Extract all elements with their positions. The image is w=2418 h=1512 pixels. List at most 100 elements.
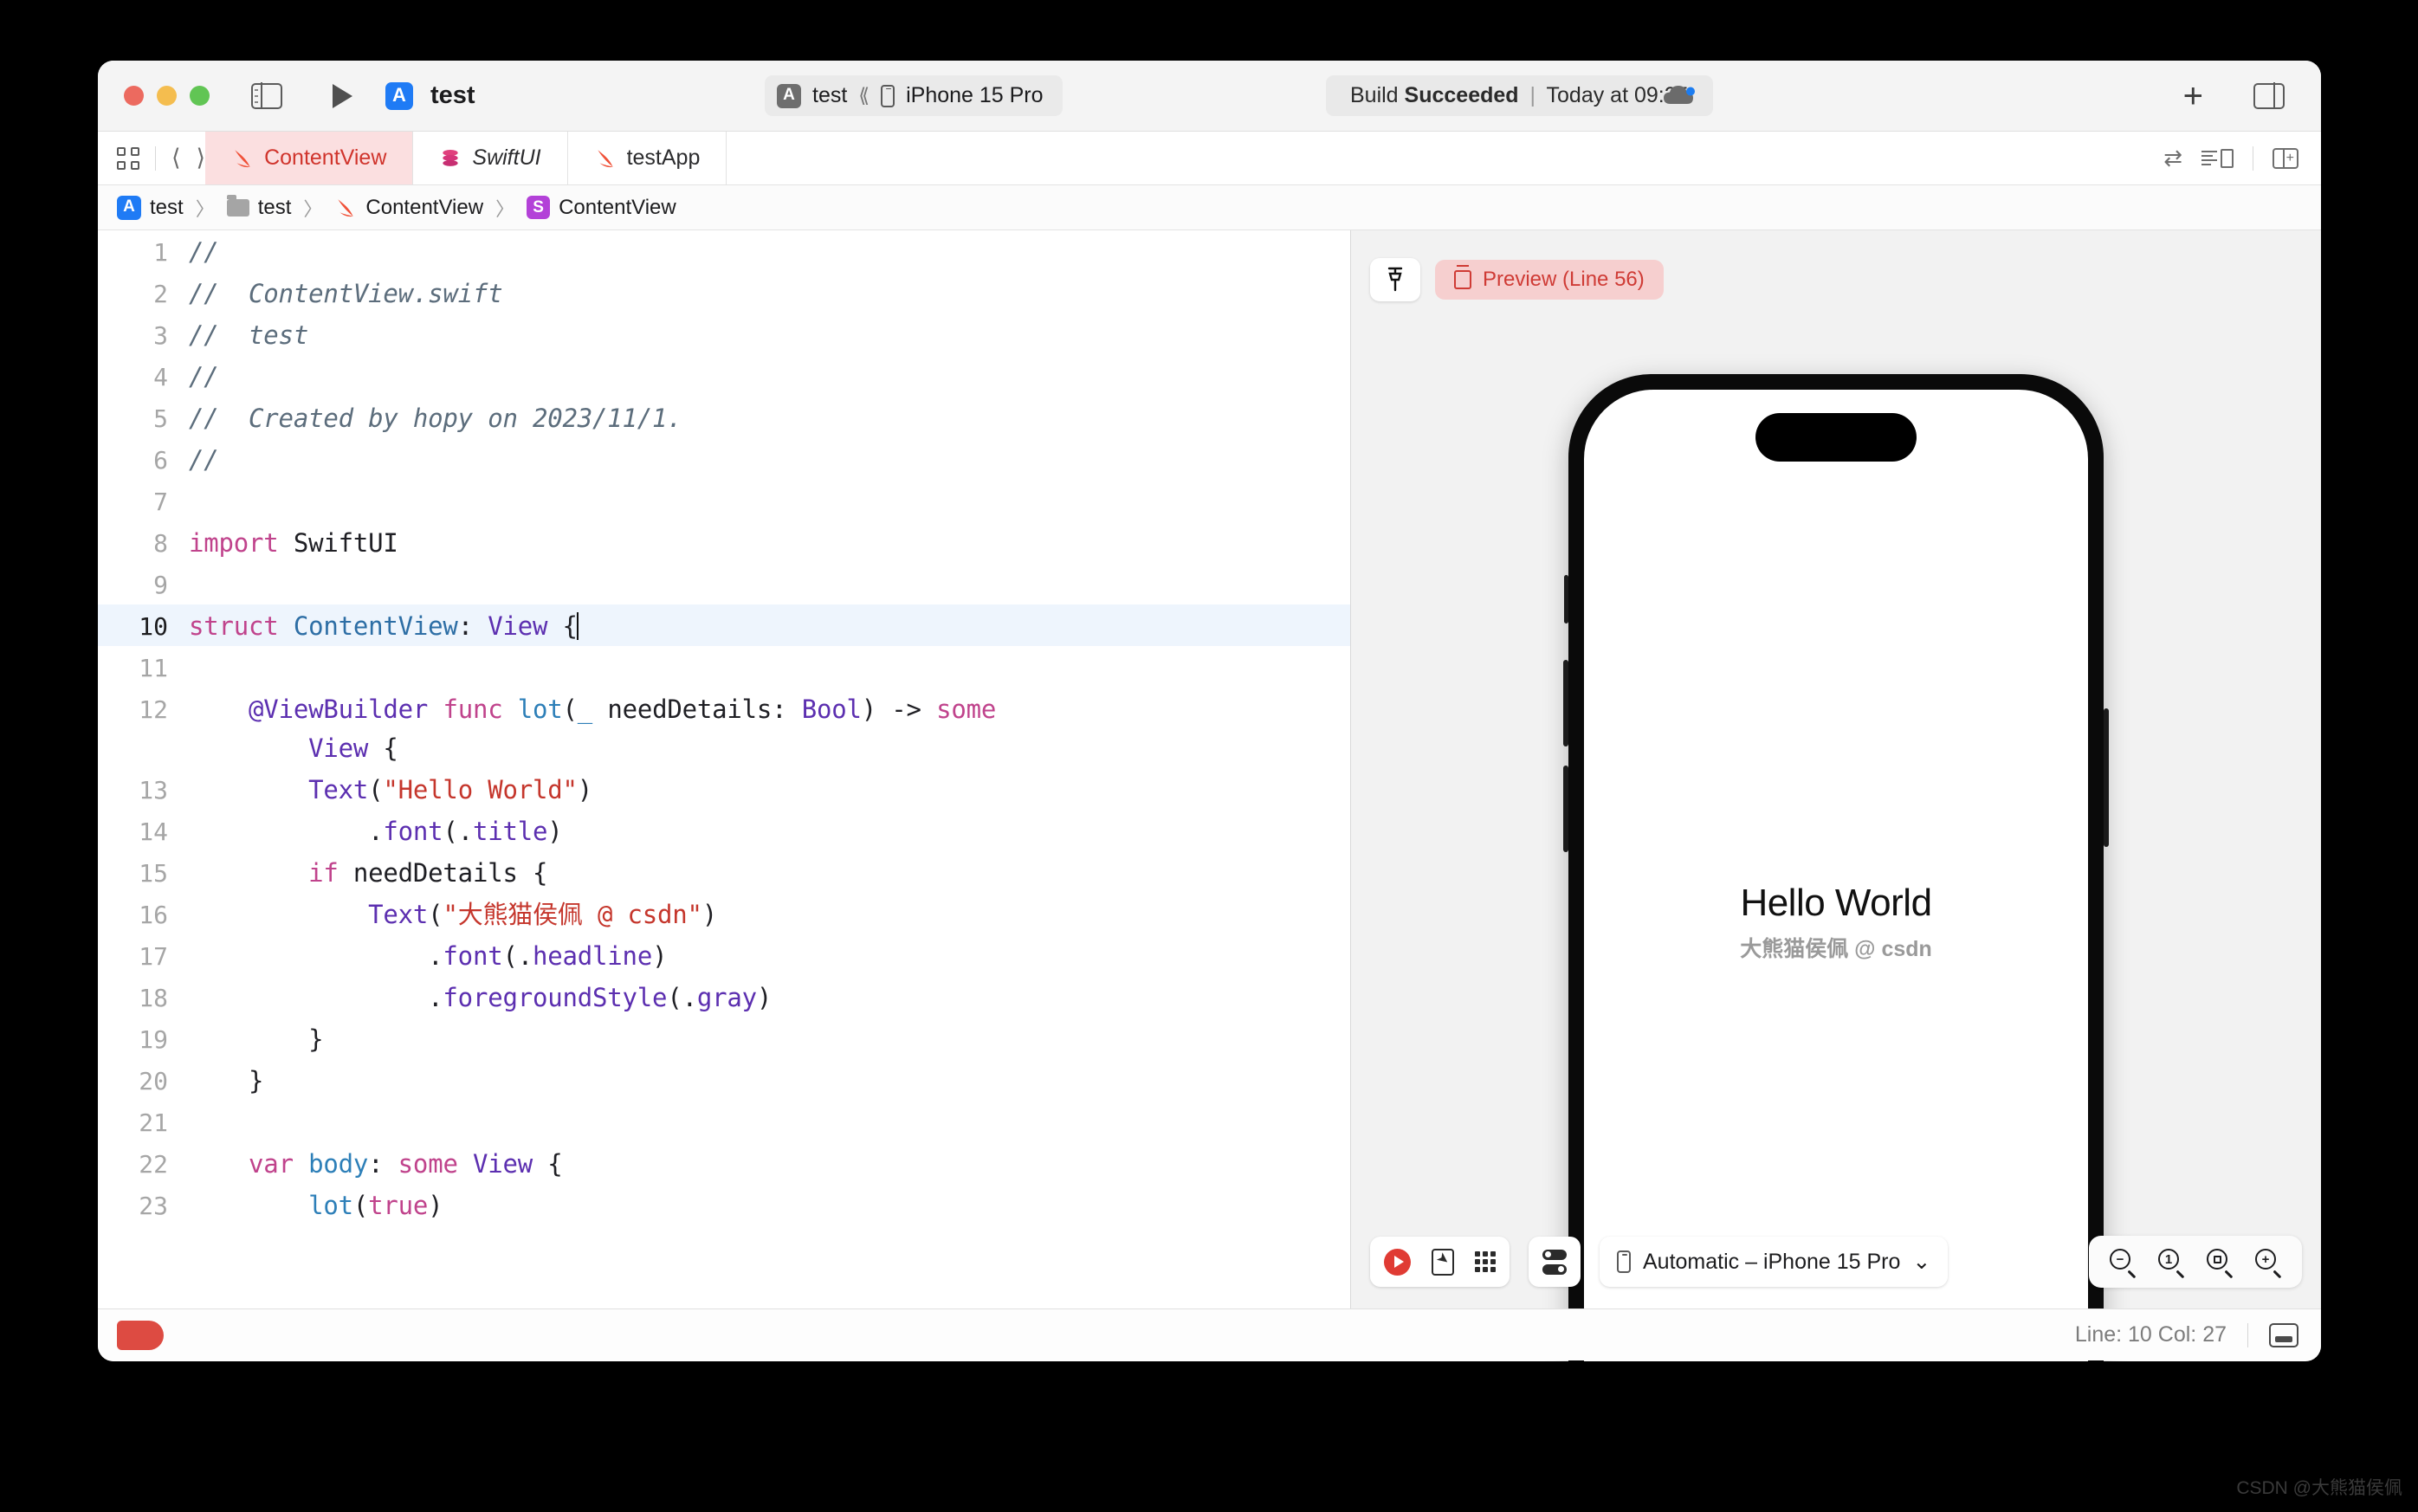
navigate-back-icon[interactable]: ⟨ <box>171 146 181 170</box>
toggle-debug-area-icon[interactable] <box>2269 1323 2298 1347</box>
variants-grid-button[interactable] <box>1475 1251 1496 1272</box>
code-text[interactable] <box>189 1103 1350 1142</box>
code-text[interactable]: Text("大熊猫侯佩 @ csdn") <box>189 895 1350 934</box>
code-token: body <box>308 1149 368 1179</box>
code-text[interactable]: } <box>189 1062 1350 1101</box>
swap-editors-icon[interactable]: ⇄ <box>2163 145 2182 171</box>
code-line[interactable]: 1// <box>98 230 1350 272</box>
code-text[interactable]: // <box>189 233 1350 272</box>
navigate-forward-icon[interactable]: ⟩ <box>197 146 206 170</box>
close-window-button[interactable] <box>124 86 144 106</box>
code-text[interactable] <box>189 482 1350 521</box>
code-line[interactable]: 4// <box>98 355 1350 397</box>
code-token: var <box>249 1149 294 1179</box>
code-line[interactable]: 13 Text("Hello World") <box>98 768 1350 810</box>
code-text[interactable]: // test <box>189 316 1350 355</box>
source-editor[interactable]: 1//2// ContentView.swift3// test4//5// C… <box>98 230 1351 1308</box>
code-text[interactable]: // Created by hopy on 2023/11/1. <box>189 399 1350 438</box>
code-text[interactable]: @ViewBuilder func lot(_ needDetails: Boo… <box>189 690 1350 768</box>
code-text[interactable]: import SwiftUI <box>189 524 1350 563</box>
code-line[interactable]: 7 <box>98 480 1350 521</box>
code-text[interactable]: Text("Hello World") <box>189 771 1350 810</box>
code-text[interactable]: // <box>189 441 1350 480</box>
breadcrumb[interactable]: A test 〉 test 〉 ContentView 〉 S ContentV… <box>98 185 2321 230</box>
code-text[interactable]: .font(.title) <box>189 812 1350 851</box>
add-editor-button[interactable]: + <box>2183 79 2203 113</box>
code-text[interactable]: if needDetails { <box>189 854 1350 893</box>
minimize-window-button[interactable] <box>157 86 177 106</box>
activity-status[interactable]: Build Succeeded | Today at 09:25 <box>1326 75 1713 116</box>
code-token <box>502 695 517 724</box>
tab-swiftui[interactable]: SwiftUI <box>413 132 567 184</box>
code-text[interactable] <box>189 565 1350 604</box>
run-destination-selector[interactable]: A test ⟪ iPhone 15 Pro <box>765 75 1063 116</box>
preview-badge[interactable]: Preview (Line 56) <box>1435 260 1664 300</box>
code-line[interactable]: 22 var body: some View { <box>98 1142 1350 1184</box>
code-line[interactable]: 5// Created by hopy on 2023/11/1. <box>98 397 1350 438</box>
device-settings-button[interactable] <box>1542 1249 1567 1275</box>
code-line[interactable]: 8import SwiftUI <box>98 521 1350 563</box>
code-token: gray <box>697 983 757 1012</box>
scheme-selector[interactable]: A test <box>385 81 475 110</box>
zoom-out-button[interactable]: − <box>2110 1249 2136 1275</box>
code-line[interactable]: 23 lot(true) <box>98 1184 1350 1225</box>
code-line[interactable]: 11 <box>98 646 1350 688</box>
cursor-position-label: Line: 10 Col: 27 <box>2075 1322 2227 1347</box>
breadcrumb-item-project[interactable]: test <box>150 196 184 220</box>
code-line[interactable]: 16 Text("大熊猫侯佩 @ csdn") <box>98 893 1350 934</box>
zoom-to-fit-button[interactable] <box>2207 1249 2233 1275</box>
code-text[interactable]: // <box>189 358 1350 397</box>
issues-badge[interactable] <box>117 1321 164 1350</box>
code-line[interactable]: 2// ContentView.swift <box>98 272 1350 313</box>
breadcrumb-chevron-icon: ⟪ <box>858 84 870 107</box>
code-line[interactable]: 21 <box>98 1101 1350 1142</box>
pin-preview-button[interactable] <box>1370 258 1420 301</box>
code-text[interactable]: .foregroundStyle(.gray) <box>189 979 1350 1018</box>
code-line[interactable]: 9 <box>98 563 1350 604</box>
code-line[interactable]: 3// test <box>98 313 1350 355</box>
toggle-inspector-icon[interactable] <box>2253 83 2285 109</box>
code-line[interactable]: 17 .font(.headline) <box>98 934 1350 976</box>
code-token <box>189 858 308 888</box>
preview-subtitle-text: 大熊猫侯佩 @ csdn <box>1584 932 2088 963</box>
breadcrumb-item-folder[interactable]: test <box>258 196 292 220</box>
code-line[interactable]: 10struct ContentView: View { <box>98 604 1350 646</box>
zoom-in-button[interactable]: + <box>2255 1249 2281 1275</box>
code-text[interactable]: .font(.headline) <box>189 937 1350 976</box>
select-mode-button[interactable] <box>1432 1249 1454 1276</box>
code-text[interactable]: } <box>189 1020 1350 1059</box>
toggle-navigator-icon[interactable] <box>251 83 282 109</box>
code-token <box>294 1149 308 1179</box>
zoom-actual-size-button[interactable]: 1 <box>2158 1249 2184 1275</box>
code-token <box>189 733 308 763</box>
code-text[interactable]: lot(true) <box>189 1186 1350 1225</box>
code-line[interactable]: 19 } <box>98 1018 1350 1059</box>
add-assistant-editor-icon[interactable]: + <box>2273 148 2298 169</box>
iphone-preview-device[interactable]: Hello World 大熊猫侯佩 @ csdn <box>1568 374 2104 1361</box>
code-line[interactable]: 18 .foregroundStyle(.gray) <box>98 976 1350 1018</box>
preview-title-text: Hello World <box>1584 882 2088 925</box>
code-line[interactable]: 15 if needDetails { <box>98 851 1350 893</box>
run-button[interactable] <box>333 84 352 108</box>
breadcrumb-item-symbol[interactable]: ContentView <box>559 196 676 220</box>
code-token: View <box>308 733 368 763</box>
cloud-sync-icon[interactable] <box>1662 83 1697 109</box>
zoom-window-button[interactable] <box>190 86 210 106</box>
tab-testapp[interactable]: testApp <box>568 132 727 184</box>
code-text[interactable]: // ContentView.swift <box>189 275 1350 313</box>
code-line[interactable]: 14 .font(.title) <box>98 810 1350 851</box>
related-items-icon[interactable] <box>117 147 139 170</box>
code-text[interactable]: var body: some View { <box>189 1145 1350 1184</box>
code-line[interactable]: 6// <box>98 438 1350 480</box>
breadcrumb-item-file[interactable]: ContentView <box>365 196 483 220</box>
live-preview-play-button[interactable] <box>1384 1249 1411 1276</box>
device-screen[interactable]: Hello World 大熊猫侯佩 @ csdn <box>1584 390 2088 1361</box>
code-line[interactable]: 12 @ViewBuilder func lot(_ needDetails: … <box>98 688 1350 768</box>
code-text[interactable] <box>189 649 1350 688</box>
preview-destination-selector[interactable]: Automatic – iPhone 15 Pro ⌄ <box>1600 1237 1948 1287</box>
code-token: // test <box>189 320 308 350</box>
tab-contentview[interactable]: ContentView <box>205 132 413 184</box>
code-line[interactable]: 20 } <box>98 1059 1350 1101</box>
code-text[interactable]: struct ContentView: View { <box>189 607 1350 646</box>
minimap-toggle-icon[interactable] <box>2201 149 2234 168</box>
